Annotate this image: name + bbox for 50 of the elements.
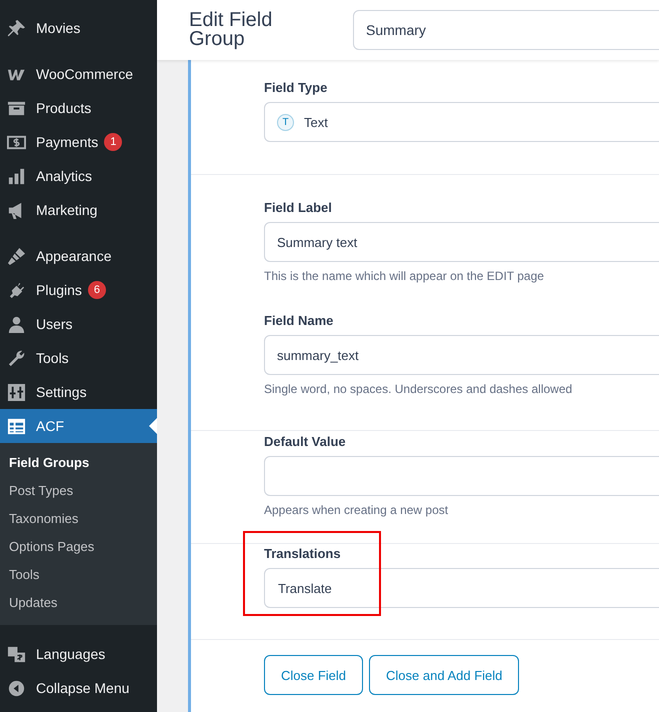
page-title: Edit Field Group [189, 11, 274, 49]
menu-item[interactable]: Plugins 6 [0, 273, 157, 307]
title-field[interactable]: Summary [353, 10, 659, 50]
count-badge: 1 [104, 133, 122, 151]
menu-item[interactable]: Movies [0, 11, 157, 45]
collapse-icon [7, 678, 26, 698]
menu-item[interactable]: Marketing [0, 193, 157, 227]
plug-icon [7, 280, 26, 300]
field-hint: This is the name which will appear on the EDIT page [264, 269, 545, 283]
submenu-item[interactable]: Options Pages [0, 533, 157, 561]
sliders-icon [7, 382, 26, 402]
field-label: Field Type [264, 80, 328, 97]
action-button[interactable]: Close Field [264, 655, 364, 695]
menu-item[interactable]: Languages [0, 637, 157, 671]
input-field[interactable]: summary_text [264, 335, 659, 375]
count-badge: 6 [88, 281, 106, 299]
submenu-item[interactable]: Taxonomies [0, 505, 157, 533]
table-icon [7, 416, 26, 436]
paintbrush-icon [7, 246, 26, 266]
field-hint: Single word, no spaces. Underscores and dashes allowed [264, 382, 574, 396]
submenu-item[interactable]: Post Types [0, 477, 157, 505]
bar-chart-icon [7, 166, 26, 186]
input-field[interactable] [264, 456, 659, 496]
menu-item[interactable]: Products [0, 91, 157, 125]
translate-icon [7, 644, 26, 664]
menu-item[interactable]: Appearance [0, 239, 157, 273]
field-label: Field Name [264, 313, 334, 330]
menu-item[interactable]: Tools [0, 341, 157, 375]
menu-item[interactable]: Users [0, 307, 157, 341]
field-label: Default Value [264, 434, 347, 451]
menu-item[interactable]: Analytics [0, 159, 157, 193]
type-icon: T [277, 114, 294, 130]
input-field[interactable]: Summary text [264, 222, 659, 262]
field-label: Translations [264, 546, 342, 563]
type-select[interactable]: T Text [264, 102, 659, 142]
menu-item[interactable]: ACF [0, 409, 157, 443]
menu-item[interactable]: Settings [0, 375, 157, 409]
field-label: Field Label [264, 200, 333, 217]
pin-icon [7, 18, 26, 38]
wrench-icon [7, 348, 26, 368]
field-hint: Appears when creating a new post [264, 503, 450, 517]
submenu-item[interactable]: Field Groups [0, 449, 157, 477]
menu-item[interactable]: Collapse Menu [0, 671, 157, 705]
menu-item[interactable]: WooCommerce [0, 57, 157, 91]
user-icon [7, 314, 26, 334]
menu-item[interactable]: Payments 1 [0, 125, 157, 159]
select-field[interactable]: Translate [264, 568, 659, 608]
submenu-item[interactable]: Tools [0, 561, 157, 589]
action-button[interactable]: Close and Add Field [369, 655, 520, 695]
submenu-item[interactable]: Updates [0, 589, 157, 617]
